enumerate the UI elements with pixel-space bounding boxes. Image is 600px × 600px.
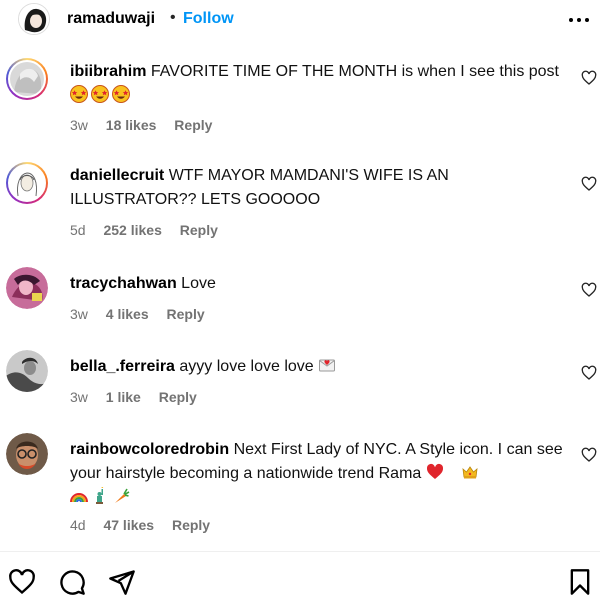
comment-time: 3w bbox=[70, 117, 88, 133]
commenter-username[interactable]: tracychahwan bbox=[70, 275, 177, 292]
comment-likes[interactable]: 252 likes bbox=[103, 222, 161, 238]
comment-meta: 3w 1 like Reply bbox=[70, 389, 211, 405]
comment-text: bella_.ferreira ayyy love love love bbox=[70, 355, 565, 379]
reply-button[interactable]: Reply bbox=[180, 222, 218, 238]
commenter-username[interactable]: rainbowcoloredrobin bbox=[70, 441, 229, 458]
comment-text: rainbowcoloredrobin Next First Lady of N… bbox=[70, 438, 565, 510]
like-comment-heart-icon[interactable] bbox=[581, 176, 597, 192]
share-icon[interactable] bbox=[108, 568, 136, 596]
star-struck-emoji-icon bbox=[112, 85, 130, 103]
comment-meta: 5d 252 likes Reply bbox=[70, 222, 232, 238]
comment-time: 3w bbox=[70, 389, 88, 405]
rainbow-emoji-icon bbox=[70, 493, 88, 503]
crown-emoji-icon bbox=[462, 466, 478, 479]
star-struck-emoji-icon bbox=[70, 85, 88, 103]
comment-time: 5d bbox=[70, 222, 86, 238]
commenter-username[interactable]: bella_.ferreira bbox=[70, 358, 175, 375]
commenter-avatar[interactable] bbox=[6, 433, 48, 475]
commenter-username[interactable]: ibiibrahim bbox=[70, 63, 146, 80]
comment-meta: 3w 4 likes Reply bbox=[70, 306, 219, 322]
comment-time: 4d bbox=[70, 517, 86, 533]
author-avatar[interactable] bbox=[18, 3, 50, 35]
commenter-username[interactable]: daniellecruit bbox=[70, 167, 164, 184]
comment-text: tracychahwan Love bbox=[70, 272, 565, 296]
like-comment-heart-icon[interactable] bbox=[581, 365, 597, 381]
reply-button[interactable]: Reply bbox=[174, 117, 212, 133]
comment-meta: 4d 47 likes Reply bbox=[70, 517, 224, 533]
comment-text: ibiibrahim FAVORITE TIME OF THE MONTH is… bbox=[70, 60, 565, 108]
like-comment-heart-icon[interactable] bbox=[581, 282, 597, 298]
reply-button[interactable]: Reply bbox=[159, 389, 197, 405]
comment-message: ayyy love love love bbox=[179, 358, 314, 375]
comment-likes[interactable]: 1 like bbox=[106, 389, 141, 405]
statue-of-liberty-emoji-icon bbox=[96, 487, 104, 504]
author-username[interactable]: ramaduwaji bbox=[67, 10, 155, 28]
like-comment-heart-icon[interactable] bbox=[581, 447, 597, 463]
divider bbox=[0, 551, 600, 552]
comment-time: 3w bbox=[70, 306, 88, 322]
star-struck-emoji-icon bbox=[91, 85, 109, 103]
comment-message: FAVORITE TIME OF THE MONTH is when I see… bbox=[150, 63, 559, 80]
comment-text: daniellecruit WTF MAYOR MAMDANI'S WIFE I… bbox=[70, 164, 565, 212]
comment-icon[interactable] bbox=[58, 568, 86, 596]
carrot-emoji-icon bbox=[115, 488, 130, 503]
commenter-avatar[interactable] bbox=[6, 58, 48, 100]
follow-button[interactable]: Follow bbox=[183, 10, 234, 28]
comment-message: Love bbox=[181, 275, 216, 292]
commenter-avatar[interactable] bbox=[6, 267, 48, 309]
comment-likes[interactable]: 4 likes bbox=[106, 306, 149, 322]
comment-likes[interactable]: 18 likes bbox=[106, 117, 157, 133]
like-comment-heart-icon[interactable] bbox=[581, 70, 597, 86]
reply-button[interactable]: Reply bbox=[172, 517, 210, 533]
commenter-avatar[interactable] bbox=[6, 162, 48, 204]
red-heart-emoji-icon bbox=[426, 463, 443, 479]
commenter-avatar[interactable] bbox=[6, 350, 48, 392]
like-icon[interactable] bbox=[8, 568, 36, 596]
more-horizontal-icon[interactable] bbox=[564, 4, 594, 32]
comment-meta: 3w 18 likes Reply bbox=[70, 117, 226, 133]
save-icon[interactable] bbox=[566, 568, 594, 596]
comment-likes[interactable]: 47 likes bbox=[103, 517, 154, 533]
reply-button[interactable]: Reply bbox=[167, 306, 205, 322]
separator-dot: • bbox=[170, 9, 176, 26]
love-letter-emoji-icon bbox=[319, 359, 336, 372]
post-header: ramaduwaji • Follow bbox=[0, 0, 600, 40]
